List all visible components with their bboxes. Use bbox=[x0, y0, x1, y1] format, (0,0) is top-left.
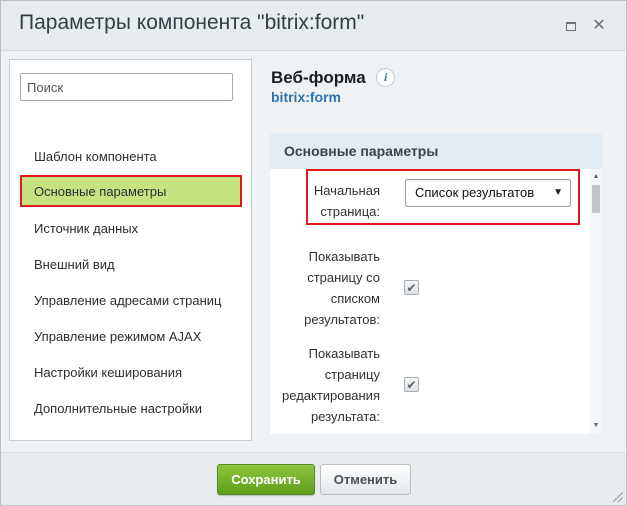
label-line: страницу со bbox=[307, 270, 380, 285]
sidebar-item-label: Настройки кеширования bbox=[34, 364, 183, 380]
component-title: Веб-форма bbox=[271, 68, 366, 87]
dialog-titlebar[interactable]: Параметры компонента "bitrix:form" ✕ bbox=[1, 1, 626, 51]
resize-grip-icon[interactable] bbox=[613, 492, 623, 502]
maximize-button[interactable] bbox=[560, 15, 582, 37]
checkmark-icon: ✔ bbox=[406, 377, 417, 392]
sidebar: Шаблон компонента Основные параметры Ист… bbox=[9, 59, 252, 441]
sidebar-item-label: Основные параметры bbox=[34, 183, 167, 199]
checkmark-icon: ✔ bbox=[406, 280, 417, 295]
component-settings-dialog: Параметры компонента "bitrix:form" ✕ Шаб… bbox=[0, 0, 627, 506]
sidebar-item-url-management[interactable]: Управление адресами страниц bbox=[20, 284, 242, 316]
scroll-down-icon[interactable]: ▼ bbox=[590, 420, 602, 432]
sidebar-item-additional[interactable]: Дополнительные настройки bbox=[20, 392, 242, 424]
sidebar-item-label: Дополнительные настройки bbox=[34, 400, 203, 416]
sidebar-item-label: Управление режимом AJAX bbox=[34, 328, 202, 344]
sidebar-item-label: Управление адресами страниц bbox=[34, 292, 222, 308]
dialog-content: Шаблон компонента Основные параметры Ист… bbox=[9, 59, 620, 451]
section-header: Основные параметры bbox=[270, 133, 602, 169]
sidebar-item-data-source[interactable]: Источник данных bbox=[20, 212, 242, 244]
dropdown-arrow-icon: ▼ bbox=[553, 187, 563, 198]
show-list-page-label: Показывать страницу со списком результат… bbox=[270, 246, 380, 330]
label-line: результата: bbox=[311, 409, 380, 424]
component-code: bitrix:form bbox=[271, 89, 341, 105]
label-line: Показывать bbox=[308, 346, 380, 361]
params-panel: Основные параметры Начальная страница: С… bbox=[270, 133, 602, 434]
label-line: Начальная bbox=[313, 183, 380, 198]
sidebar-item-main-params[interactable]: Основные параметры bbox=[20, 175, 242, 207]
sidebar-item-label: Внешний вид bbox=[34, 256, 115, 272]
label-line: страница: bbox=[320, 204, 380, 219]
sidebar-item-template[interactable]: Шаблон компонента bbox=[20, 140, 242, 172]
label-line: страницу bbox=[324, 367, 380, 382]
label-line: редактирования bbox=[282, 388, 380, 403]
sidebar-item-label: Шаблон компонента bbox=[34, 148, 157, 164]
scroll-up-icon[interactable]: ▲ bbox=[590, 171, 602, 183]
show-edit-page-label: Показывать страницу редактирования резул… bbox=[270, 343, 380, 427]
sidebar-item-ajax-mode[interactable]: Управление режимом AJAX bbox=[20, 320, 242, 352]
maximize-icon bbox=[566, 21, 576, 31]
show-edit-page-checkbox[interactable]: ✔ bbox=[404, 377, 419, 392]
select-value: Список результатов bbox=[415, 185, 535, 200]
label-line: Показывать bbox=[308, 249, 380, 264]
label-line: списком bbox=[330, 291, 380, 306]
dialog-title: Параметры компонента "bitrix:form" bbox=[19, 11, 365, 34]
vertical-scrollbar[interactable]: ▲ ▼ bbox=[590, 169, 602, 434]
info-icon[interactable]: i bbox=[376, 68, 396, 87]
sidebar-item-appearance[interactable]: Внешний вид bbox=[20, 248, 242, 280]
start-page-label: Начальная страница: bbox=[270, 180, 380, 222]
start-page-select[interactable]: Список результатов ▼ bbox=[405, 179, 571, 207]
component-header: Веб-форма i bitrix:form bbox=[271, 68, 396, 105]
sidebar-item-caching[interactable]: Настройки кеширования bbox=[20, 356, 242, 388]
cancel-button[interactable]: Отменить bbox=[320, 464, 411, 495]
scroll-thumb[interactable] bbox=[592, 185, 600, 213]
sidebar-item-label: Источник данных bbox=[34, 220, 139, 236]
show-list-page-checkbox[interactable]: ✔ bbox=[404, 280, 419, 295]
dialog-footer: Сохранить Отменить bbox=[1, 452, 626, 505]
main-panel: Веб-форма i bitrix:form Основные парамет… bbox=[264, 59, 620, 441]
save-button[interactable]: Сохранить bbox=[217, 464, 315, 495]
close-icon: ✕ bbox=[592, 17, 606, 34]
search-input[interactable] bbox=[20, 73, 233, 101]
close-button[interactable]: ✕ bbox=[588, 15, 610, 37]
label-line: результатов: bbox=[304, 312, 380, 327]
